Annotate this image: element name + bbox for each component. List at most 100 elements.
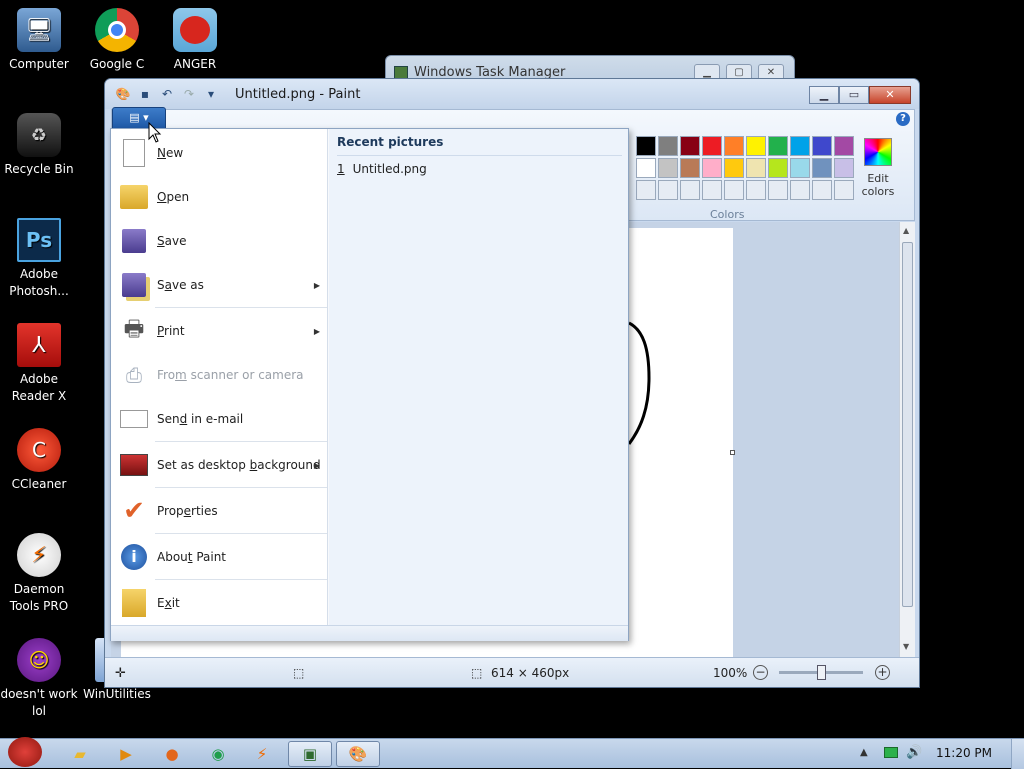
- maximize-button[interactable]: ▭: [839, 86, 869, 104]
- color-swatch[interactable]: [724, 136, 744, 156]
- desktop-icon-label: Computer: [9, 57, 69, 71]
- zoom-slider[interactable]: [779, 665, 863, 680]
- menu-item-properties[interactable]: ✔ Properties: [111, 489, 328, 533]
- windows-explorer-icon: ▰: [74, 745, 86, 763]
- edit-colors-button[interactable]: Edit colors: [858, 138, 898, 198]
- color-swatch[interactable]: [812, 180, 832, 200]
- exit-icon: [117, 586, 151, 620]
- network-tray-icon[interactable]: [884, 747, 898, 758]
- menu-item-save-as[interactable]: Save as ▶: [111, 263, 328, 307]
- color-swatch[interactable]: [680, 136, 700, 156]
- system-clock[interactable]: 11:20 PM: [936, 746, 992, 760]
- taskbar-daemon-tools[interactable]: ⚡: [244, 741, 280, 767]
- color-swatch[interactable]: [702, 136, 722, 156]
- color-swatch[interactable]: [812, 158, 832, 178]
- resize-handle[interactable]: [730, 450, 735, 455]
- menu-commands: New Open Save Save as ▶ 🖶 Print ▶ ⎙ From…: [111, 129, 328, 625]
- desktop-icon-photoshop[interactable]: Ps Adobe Photosh...: [0, 218, 78, 300]
- color-swatch[interactable]: [834, 136, 854, 156]
- minimize-button[interactable]: ▁: [809, 86, 839, 104]
- color-swatch[interactable]: [658, 180, 678, 200]
- redo-icon[interactable]: ↷: [181, 86, 197, 102]
- media-player-icon: ▶: [120, 745, 132, 763]
- menu-item-open[interactable]: Open: [111, 175, 328, 219]
- desktop-icon-adobe-reader[interactable]: ⅄ Adobe Reader X: [0, 323, 78, 405]
- desktop-icon-recycle-bin[interactable]: ♻ Recycle Bin: [0, 113, 78, 178]
- taskbar-media-player[interactable]: ▶: [108, 741, 144, 767]
- color-swatch[interactable]: [790, 180, 810, 200]
- color-swatch[interactable]: [636, 136, 656, 156]
- menu-item-print[interactable]: 🖶 Print ▶: [111, 309, 328, 353]
- undo-icon[interactable]: ↶: [159, 86, 175, 102]
- menu-item-set-desktop-background[interactable]: Set as desktop background ▶: [111, 443, 328, 487]
- color-swatch[interactable]: [724, 180, 744, 200]
- color-swatch[interactable]: [790, 158, 810, 178]
- desktop-icon-label: doesn't work lol: [0, 687, 78, 718]
- desktop-icon-ccleaner[interactable]: C CCleaner: [0, 428, 78, 493]
- color-swatch[interactable]: [768, 158, 788, 178]
- color-swatch[interactable]: [746, 136, 766, 156]
- desktop-icon-anger[interactable]: ANGER: [156, 8, 234, 73]
- vertical-scrollbar[interactable]: ▲ ▼: [899, 222, 915, 657]
- color-swatch[interactable]: [768, 180, 788, 200]
- taskbar-chrome[interactable]: ◉: [200, 741, 236, 767]
- save-icon[interactable]: ▪: [137, 86, 153, 102]
- quick-access-toolbar: 🎨 ▪ ↶ ↷ ▾: [115, 86, 219, 102]
- customize-toolbar-icon[interactable]: ▾: [203, 86, 219, 102]
- desktop-icon-daemon-tools[interactable]: ⚡ Daemon Tools PRO: [0, 533, 78, 615]
- menu-item-label: Print: [157, 324, 185, 338]
- menu-item-save[interactable]: Save: [111, 219, 328, 263]
- taskbar-explorer[interactable]: ▰: [62, 741, 98, 767]
- color-swatch[interactable]: [768, 136, 788, 156]
- color-swatch[interactable]: [790, 136, 810, 156]
- scroll-up-icon[interactable]: ▲: [903, 226, 909, 235]
- save-as-icon: [117, 268, 151, 302]
- recent-item[interactable]: 1 Untitled.png: [337, 162, 427, 176]
- desktop-icon-google-chrome[interactable]: Google C: [78, 8, 156, 73]
- color-swatch[interactable]: [746, 180, 766, 200]
- scroll-thumb[interactable]: [902, 242, 913, 607]
- title-bar[interactable]: 🎨 ▪ ↶ ↷ ▾ Untitled.png - Paint ▁ ▭ ✕: [105, 79, 919, 109]
- desktop-icon-label: Adobe Photosh...: [9, 267, 69, 298]
- show-hidden-icons-icon[interactable]: ▲: [860, 747, 868, 758]
- color-swatch[interactable]: [680, 180, 700, 200]
- zoom-slider-knob[interactable]: [817, 665, 826, 680]
- start-button[interactable]: [2, 735, 46, 769]
- recycle-bin-icon: ♻: [17, 113, 61, 157]
- paint-application-menu: New Open Save Save as ▶ 🖶 Print ▶ ⎙ From…: [110, 128, 629, 641]
- color-swatch[interactable]: [834, 158, 854, 178]
- desktop-icon-computer[interactable]: 🖥 Computer: [0, 8, 78, 73]
- taskbar-task-manager[interactable]: ▣: [288, 741, 332, 767]
- color-swatch[interactable]: [636, 158, 656, 178]
- volume-tray-icon[interactable]: 🔊: [906, 745, 922, 760]
- printer-icon: 🖶: [123, 317, 145, 342]
- color-swatch[interactable]: [702, 158, 722, 178]
- color-swatch[interactable]: [724, 158, 744, 178]
- paint-app-icon[interactable]: 🎨: [115, 86, 131, 102]
- menu-item-label: New: [157, 146, 184, 160]
- show-desktop-button[interactable]: [1011, 739, 1024, 769]
- close-button[interactable]: ✕: [869, 86, 911, 104]
- color-swatch[interactable]: [834, 180, 854, 200]
- color-swatch[interactable]: [746, 158, 766, 178]
- scroll-down-icon[interactable]: ▼: [903, 642, 909, 651]
- color-swatch[interactable]: [636, 180, 656, 200]
- color-swatch[interactable]: [812, 136, 832, 156]
- menu-item-about-paint[interactable]: i About Paint: [111, 535, 328, 579]
- color-swatch[interactable]: [658, 158, 678, 178]
- taskbar-firefox[interactable]: ●: [154, 741, 190, 767]
- zoom-out-button[interactable]: −: [753, 665, 768, 680]
- desktop-icon-label: Adobe Reader X: [11, 372, 67, 403]
- color-swatch[interactable]: [680, 158, 700, 178]
- menu-item-send-email[interactable]: Send in e-mail: [111, 397, 328, 441]
- paint-menu-icon: ▤ ▾: [129, 111, 149, 124]
- color-swatch[interactable]: [658, 136, 678, 156]
- recent-pictures-title: Recent pictures: [337, 135, 444, 149]
- menu-item-new[interactable]: New: [111, 131, 328, 175]
- zoom-in-button[interactable]: +: [875, 665, 890, 680]
- taskbar-paint[interactable]: 🎨: [336, 741, 380, 767]
- menu-item-exit[interactable]: Exit: [111, 581, 328, 625]
- desktop-icon-yahoo-messenger[interactable]: ☺ doesn't work lol: [0, 638, 78, 720]
- help-icon[interactable]: ?: [896, 112, 910, 126]
- color-swatch[interactable]: [702, 180, 722, 200]
